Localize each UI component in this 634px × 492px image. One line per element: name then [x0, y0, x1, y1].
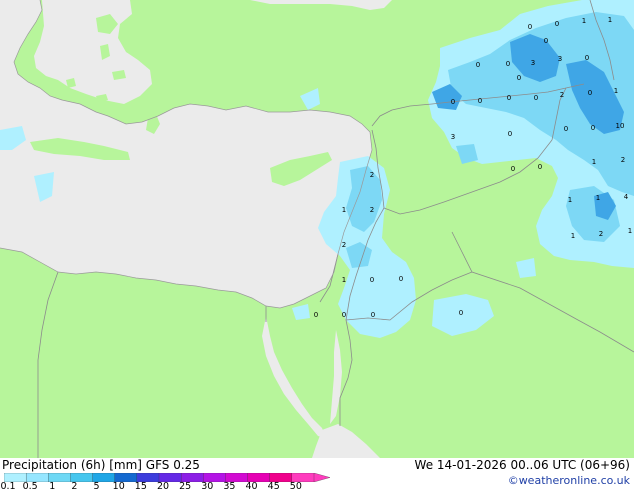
- value-label: 0: [459, 309, 463, 317]
- value-label: 3: [451, 133, 455, 141]
- value-label: 2: [342, 241, 346, 249]
- value-label: 2: [560, 91, 564, 99]
- credit-link[interactable]: ©weatheronline.co.uk: [508, 474, 630, 487]
- value-label: 1: [571, 232, 575, 240]
- color-scale-label: 0.5: [22, 481, 38, 492]
- value-label: 0: [528, 23, 532, 31]
- value-label: 0: [451, 98, 455, 106]
- color-scale-label: 10: [112, 481, 125, 492]
- color-scale-label: 1: [49, 481, 56, 492]
- value-label: 1: [592, 158, 596, 166]
- value-label: 0: [511, 165, 515, 173]
- color-scale-label: 2: [71, 481, 78, 492]
- value-label: 0: [591, 124, 595, 132]
- value-label: 3: [531, 59, 535, 67]
- value-label: 0: [506, 60, 510, 68]
- value-label: 0: [555, 20, 559, 28]
- value-label: 2: [599, 230, 603, 238]
- value-label: 0: [507, 94, 511, 102]
- value-label: 1: [582, 17, 586, 25]
- color-scale-label: 50: [289, 481, 302, 492]
- color-scale-label: 35: [223, 481, 236, 492]
- value-label: 0: [538, 163, 542, 171]
- value-label: 0: [517, 74, 521, 82]
- value-label: 0: [544, 37, 548, 45]
- value-label: 1: [628, 227, 632, 235]
- value-label: 1: [614, 87, 618, 95]
- value-label: 2: [370, 206, 374, 214]
- value-label: 0: [399, 275, 403, 283]
- value-label: 3: [558, 55, 562, 63]
- value-label: 1: [568, 196, 572, 204]
- value-label: 0: [342, 311, 346, 319]
- value-label: 1: [596, 194, 600, 202]
- color-scale-label: 40: [245, 481, 258, 492]
- value-label: 0: [478, 97, 482, 105]
- value-label: 0: [314, 311, 318, 319]
- value-label: 2: [621, 156, 625, 164]
- run-time-label: We 14-01-2026 00..06 UTC (06+96): [414, 458, 630, 472]
- value-label: 0: [564, 125, 568, 133]
- value-label: 0: [371, 311, 375, 319]
- value-label: 0: [534, 94, 538, 102]
- legend-bar: Precipitation (6h) [mm] GFS 0.25 We 14-0…: [0, 458, 634, 492]
- color-scale-label: 25: [179, 481, 192, 492]
- value-label: 0: [585, 54, 589, 62]
- color-scale-label: 0.1: [0, 481, 16, 492]
- value-label: 4: [624, 193, 629, 201]
- color-scale-label: 30: [201, 481, 214, 492]
- value-label: 0: [588, 89, 592, 97]
- color-scale-label: 15: [134, 481, 147, 492]
- color-scale-label: 45: [267, 481, 280, 492]
- color-scale-label: 5: [93, 481, 100, 492]
- value-label: 0: [370, 276, 374, 284]
- value-label: 0: [476, 61, 480, 69]
- precipitation-map: 0 1 1 0 0 0 0 0 3 0 3 0 0 2 0 1 0 0 0 3 …: [0, 0, 634, 458]
- color-scale-label: 20: [156, 481, 170, 492]
- value-label: 2: [370, 171, 374, 179]
- value-label: 1: [342, 206, 346, 214]
- value-label: 1: [342, 276, 346, 284]
- map-title: Precipitation (6h) [mm] GFS 0.25: [2, 458, 200, 472]
- value-label: 1: [608, 16, 612, 24]
- value-label: 0: [508, 130, 512, 138]
- value-label: 10: [616, 122, 625, 130]
